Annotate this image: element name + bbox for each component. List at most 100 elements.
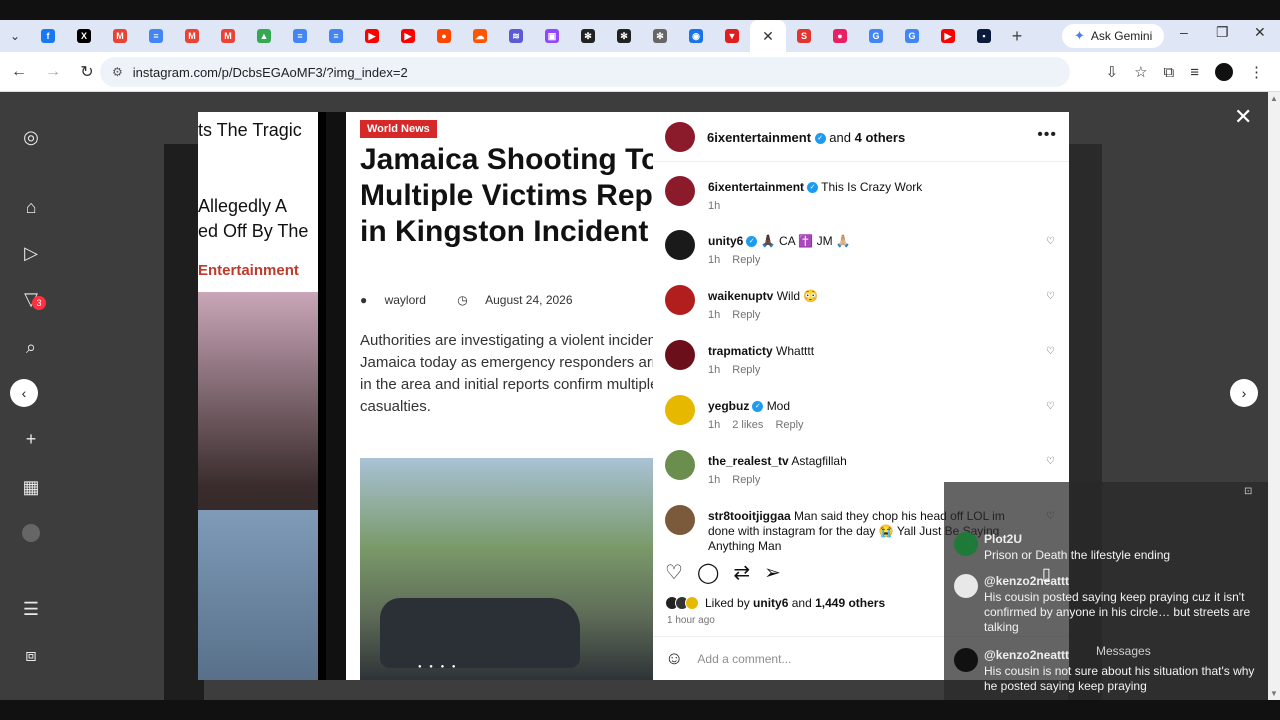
comment-username[interactable]: str8tooitjiggaa bbox=[708, 509, 791, 523]
browser-tab[interactable]: X bbox=[66, 22, 102, 50]
reload-icon[interactable]: ↻ bbox=[72, 62, 102, 82]
comment-input[interactable]: Add a comment... bbox=[697, 652, 791, 666]
comment-username[interactable]: 6ixentertainment bbox=[708, 180, 804, 194]
install-app-icon[interactable]: ⇩ bbox=[1105, 63, 1118, 81]
comment-reply[interactable]: Reply bbox=[732, 474, 760, 486]
comment-like-icon[interactable]: ♡ bbox=[1046, 291, 1055, 302]
commenter-avatar[interactable] bbox=[665, 450, 695, 480]
comment-icon[interactable]: ◯ bbox=[697, 560, 719, 585]
media-control-icon[interactable]: ≡ bbox=[1190, 64, 1199, 81]
messages-label[interactable]: Messages bbox=[1096, 644, 1151, 658]
scroll-down-icon[interactable]: ▼ bbox=[1270, 689, 1278, 698]
close-window-icon[interactable]: ✕ bbox=[1254, 24, 1266, 41]
commenter-avatar[interactable] bbox=[665, 505, 695, 535]
comment-username[interactable]: the_realest_tv bbox=[708, 454, 789, 468]
browser-tab[interactable]: ◉ bbox=[678, 22, 714, 50]
commenter-avatar[interactable] bbox=[665, 285, 695, 315]
menu-kebab-icon[interactable]: ⋮ bbox=[1249, 63, 1264, 81]
omnibox[interactable]: ⚙ instagram.com/p/DcbsEGAoMF3/?img_index… bbox=[100, 57, 1070, 87]
liked-user[interactable]: unity6 bbox=[753, 596, 788, 610]
browser-tab[interactable]: ● bbox=[822, 22, 858, 50]
repost-icon[interactable]: ⇄ bbox=[733, 560, 750, 585]
post-media[interactable]: ts The Tragic Allegedly A ed Off By The … bbox=[198, 112, 653, 680]
more-options-icon[interactable]: ••• bbox=[1037, 126, 1057, 144]
comment-reply[interactable]: Reply bbox=[775, 419, 803, 431]
browser-tab[interactable]: G bbox=[858, 22, 894, 50]
search-icon[interactable]: ⌕ bbox=[20, 336, 42, 358]
browser-tab[interactable]: ▪ bbox=[966, 22, 1002, 50]
reels-icon[interactable]: ▷ bbox=[20, 242, 42, 264]
liked-count[interactable]: 1,449 others bbox=[815, 596, 885, 610]
browser-tab[interactable]: M bbox=[210, 22, 246, 50]
commenter-avatar[interactable] bbox=[665, 395, 695, 425]
comment-reply[interactable]: Reply bbox=[732, 254, 760, 266]
tab-search-dropdown[interactable]: ⌄ bbox=[0, 20, 30, 52]
commenter-avatar[interactable] bbox=[665, 230, 695, 260]
author-username[interactable]: 6ixentertainment bbox=[707, 130, 811, 145]
browser-tab[interactable]: ✻ bbox=[606, 22, 642, 50]
comment-username[interactable]: waikenuptv bbox=[708, 289, 773, 303]
home-icon[interactable]: ⌂ bbox=[20, 196, 42, 218]
comment-like-icon[interactable]: ♡ bbox=[1046, 456, 1055, 467]
browser-tab[interactable]: ▶ bbox=[390, 22, 426, 50]
browser-tab[interactable]: ▣ bbox=[534, 22, 570, 50]
new-tab-button[interactable]: + bbox=[1002, 26, 1032, 47]
browser-tab[interactable]: ✻ bbox=[570, 22, 606, 50]
commenter-avatar[interactable] bbox=[665, 176, 695, 206]
bookmark-icon[interactable]: ▯ bbox=[1042, 564, 1051, 584]
ask-gemini-button[interactable]: ✦ Ask Gemini bbox=[1062, 24, 1165, 48]
dashboard-icon[interactable]: ▦ bbox=[20, 476, 42, 498]
more-menu-icon[interactable]: ☰ bbox=[20, 598, 42, 620]
browser-tab[interactable]: ● bbox=[426, 22, 462, 50]
close-tab-icon[interactable]: ✕ bbox=[762, 28, 774, 45]
url-text[interactable]: instagram.com/p/DcbsEGAoMF3/?img_index=2 bbox=[133, 65, 408, 80]
comment-like-icon[interactable]: ♡ bbox=[1046, 401, 1055, 412]
browser-tab[interactable]: ≡ bbox=[318, 22, 354, 50]
extensions-icon[interactable]: ⧉ bbox=[1164, 64, 1175, 81]
comment-username[interactable]: unity6 bbox=[708, 234, 743, 248]
back-icon[interactable]: ← bbox=[4, 63, 34, 81]
commenter-avatar[interactable] bbox=[665, 340, 695, 370]
instagram-logo-icon[interactable]: ◎ bbox=[20, 126, 42, 148]
scroll-up-icon[interactable]: ▲ bbox=[1270, 94, 1278, 103]
browser-tab[interactable]: ▶ bbox=[354, 22, 390, 50]
comment-like-icon[interactable]: ♡ bbox=[1046, 346, 1055, 357]
bookmark-star-icon[interactable]: ☆ bbox=[1134, 63, 1147, 81]
page-scrollbar[interactable]: ▲ ▼ bbox=[1268, 92, 1280, 700]
previous-post-button[interactable]: ‹ bbox=[10, 379, 38, 407]
profile-avatar[interactable] bbox=[20, 522, 42, 544]
browser-tab[interactable]: G bbox=[894, 22, 930, 50]
comment-username[interactable]: yegbuz bbox=[708, 399, 749, 413]
next-post-button[interactable]: › bbox=[1230, 379, 1258, 407]
comment-reply[interactable]: Reply bbox=[732, 364, 760, 376]
browser-tab[interactable]: S bbox=[786, 22, 822, 50]
comment-like-icon[interactable]: ♡ bbox=[1046, 236, 1055, 247]
close-modal-icon[interactable]: ✕ bbox=[1234, 104, 1252, 130]
profile-avatar[interactable] bbox=[1215, 63, 1233, 81]
likes-summary[interactable]: Liked by unity6 and 1,449 others bbox=[665, 596, 885, 610]
browser-tab[interactable]: ≡ bbox=[282, 22, 318, 50]
messages-icon[interactable]: ▽ 3 bbox=[20, 288, 46, 310]
browser-tab[interactable]: f bbox=[30, 22, 66, 50]
browser-tab[interactable]: ≋ bbox=[498, 22, 534, 50]
browser-tab[interactable]: ✻ bbox=[642, 22, 678, 50]
browser-tab[interactable]: M bbox=[174, 22, 210, 50]
emoji-icon[interactable]: ☺ bbox=[665, 648, 683, 669]
create-icon[interactable]: + bbox=[20, 428, 42, 450]
comment-likes[interactable]: 2 likes bbox=[732, 419, 763, 431]
browser-tab[interactable]: ▶ bbox=[930, 22, 966, 50]
browser-tab[interactable]: ☁ bbox=[462, 22, 498, 50]
browser-tab[interactable]: M bbox=[102, 22, 138, 50]
comment-reply[interactable]: Reply bbox=[732, 309, 760, 321]
minimize-icon[interactable]: – bbox=[1180, 24, 1188, 40]
comment-username[interactable]: trapmaticty bbox=[708, 344, 773, 358]
author-avatar[interactable] bbox=[665, 122, 695, 152]
also-from-meta-icon[interactable]: ⧈ bbox=[20, 644, 42, 666]
browser-tab[interactable]: ▲ bbox=[246, 22, 282, 50]
like-icon[interactable]: ♡ bbox=[665, 560, 683, 585]
share-icon[interactable]: ➢ bbox=[764, 560, 781, 585]
browser-tab[interactable]: ≡ bbox=[138, 22, 174, 50]
site-settings-icon[interactable]: ⚙ bbox=[112, 65, 123, 79]
restore-icon[interactable]: ❐ bbox=[1216, 24, 1229, 41]
active-tab[interactable]: ✕ bbox=[750, 20, 786, 52]
